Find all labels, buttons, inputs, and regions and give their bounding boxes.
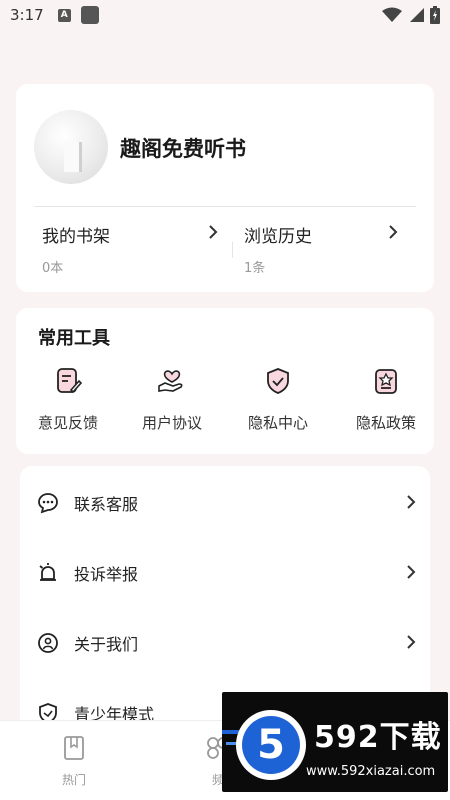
menu-item-about[interactable]: 关于我们 xyxy=(20,608,430,678)
chevron-right-icon xyxy=(208,224,218,243)
chevron-right-icon xyxy=(406,494,416,513)
bookmark-icon xyxy=(64,736,84,760)
tool-privacy-policy[interactable]: 隐私政策 xyxy=(334,366,438,433)
status-right xyxy=(382,6,440,24)
alarm-icon xyxy=(39,563,56,581)
wifi-icon xyxy=(382,7,402,22)
divider xyxy=(34,206,416,207)
tool-privacy-center[interactable]: 隐私中心 xyxy=(226,366,330,433)
policy-icon xyxy=(375,369,397,394)
avatar-book-icon xyxy=(64,142,82,172)
chevron-right-icon xyxy=(406,634,416,653)
tool-feedback[interactable]: 意见反馈 xyxy=(16,366,120,433)
chevron-right-icon xyxy=(406,564,416,583)
watermark-banner: 5 592下载 www.592xiazai.com xyxy=(222,692,448,792)
bookshelf-label: 我的书架 xyxy=(42,227,110,247)
menu-item-contact[interactable]: 联系客服 xyxy=(20,468,430,538)
status-time: 3:17 xyxy=(10,6,44,24)
feedback-icon xyxy=(57,368,83,394)
status-bar: 3:17 A xyxy=(0,0,450,30)
tools-card: 常用工具 意见反馈 用户协议 隐私中心 隐私政策 xyxy=(16,308,434,454)
chat-icon xyxy=(38,493,58,514)
signal-icon xyxy=(410,8,424,22)
menu-item-report[interactable]: 投诉举报 xyxy=(20,538,430,608)
watermark-url: www.592xiazai.com xyxy=(306,764,436,779)
tools-title: 常用工具 xyxy=(38,328,110,349)
menu-label: 联系客服 xyxy=(74,495,139,514)
watermark-title: 592下载 xyxy=(314,720,442,755)
avatar[interactable] xyxy=(34,110,108,184)
menu-label: 关于我们 xyxy=(74,635,139,654)
tool-label: 意见反馈 xyxy=(37,414,98,432)
history-entry[interactable]: 浏览历史 1条 xyxy=(244,222,414,278)
agreement-icon xyxy=(158,370,183,392)
nav-item-hot[interactable]: 热门 xyxy=(34,735,114,788)
tool-label: 隐私政策 xyxy=(355,414,416,432)
menu-label: 投诉举报 xyxy=(74,565,139,584)
info-icon xyxy=(38,633,58,653)
bookshelf-entry[interactable]: 我的书架 0本 xyxy=(42,222,222,278)
profile-card: 趣阁免费听书 我的书架 0本 浏览历史 1条 xyxy=(16,84,434,292)
profile-name: 趣阁免费听书 xyxy=(120,137,246,161)
bookshelf-count: 0本 xyxy=(42,261,64,276)
tool-label: 用户协议 xyxy=(141,414,202,432)
notification-square-icon xyxy=(80,6,99,24)
battery-icon xyxy=(430,6,440,24)
shield-icon xyxy=(267,368,289,394)
tool-agreement[interactable]: 用户协议 xyxy=(120,366,224,433)
nav-label: 热门 xyxy=(61,773,86,787)
history-count: 1条 xyxy=(244,261,266,276)
tool-label: 隐私中心 xyxy=(247,414,308,432)
chevron-right-icon xyxy=(388,224,398,243)
watermark-logo: 5 xyxy=(242,716,300,774)
stat-separator xyxy=(232,242,233,258)
notification-a-icon: A xyxy=(57,8,71,22)
